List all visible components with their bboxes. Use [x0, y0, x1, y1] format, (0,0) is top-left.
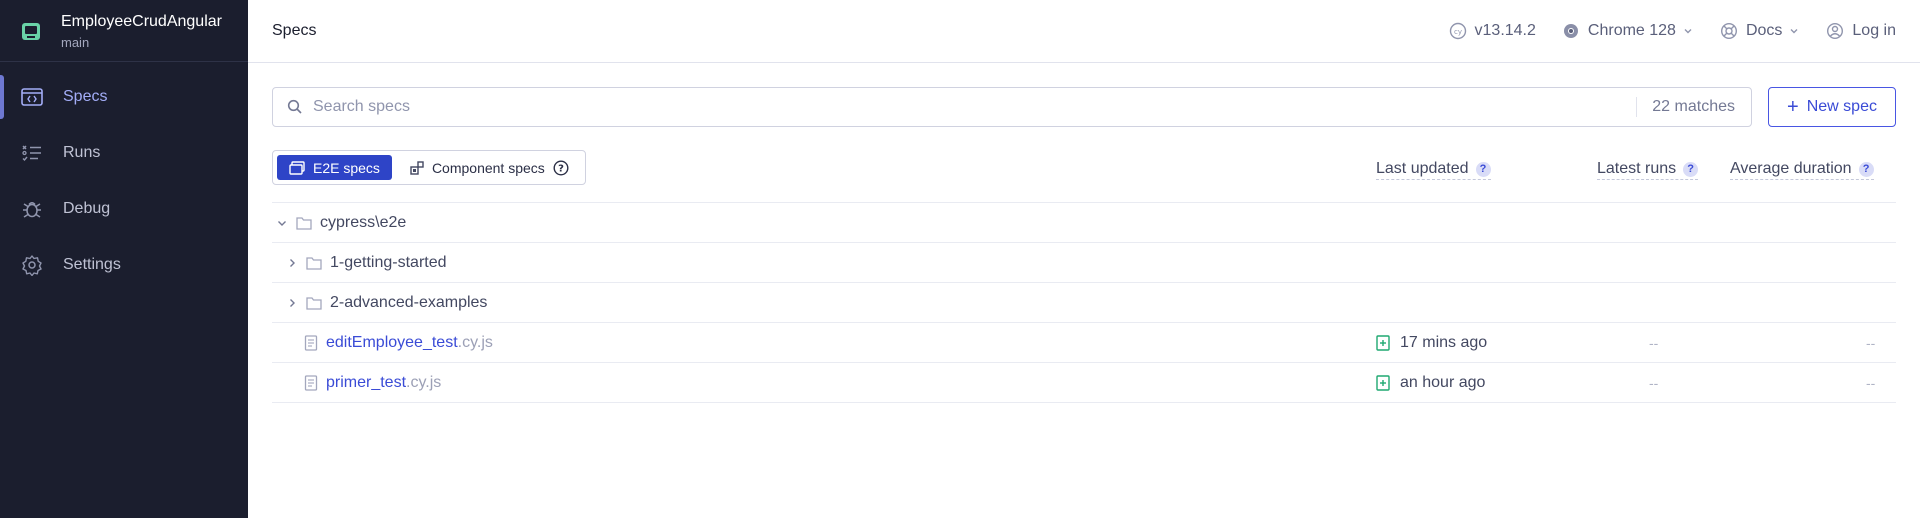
help-icon[interactable]: ? [1475, 161, 1491, 177]
svg-text:cy: cy [1454, 28, 1462, 36]
runs-icon [20, 141, 44, 165]
testing-type-toggle: E2E specs Component specs ? [272, 150, 586, 185]
folder-label: 2-advanced-examples [330, 293, 488, 311]
browser-label: Chrome 128 [1587, 22, 1676, 39]
new-spec-button[interactable]: + New spec [1768, 87, 1896, 127]
spec-file-link[interactable]: editEmployee_test.cy.js [326, 334, 493, 352]
last-updated-text: 17 mins ago [1400, 333, 1488, 351]
folder-icon [306, 296, 322, 310]
sidebar-item-specs[interactable]: Specs [0, 69, 248, 125]
svg-text:?: ? [558, 163, 564, 174]
folder-icon [296, 216, 312, 230]
tab-label: Component specs [431, 159, 545, 176]
document-icon [304, 374, 318, 391]
chrome-icon [1563, 24, 1578, 38]
spec-name: editEmployee_test [326, 333, 458, 351]
chevron-down-icon [1790, 29, 1798, 34]
help-icon[interactable]: ? [1683, 161, 1699, 177]
docs-menu[interactable]: Docs [1720, 22, 1800, 40]
column-average-duration[interactable]: Average duration ? [1730, 160, 1874, 180]
tree-folder[interactable]: 2-advanced-examples [272, 283, 1896, 323]
new-spec-label: New spec [1806, 98, 1877, 115]
search-input[interactable] [313, 98, 1637, 116]
specs-icon [20, 85, 44, 109]
sidebar-item-label: Specs [63, 88, 108, 105]
version-link[interactable]: cy v13.14.2 [1449, 22, 1536, 40]
latest-runs-value: -- [1649, 374, 1659, 391]
tab-component-specs[interactable]: Component specs ? [392, 155, 581, 180]
sidebar-item-label: Debug [63, 200, 111, 217]
document-icon [304, 334, 318, 351]
last-updated-cell: an hour ago [1376, 374, 1485, 392]
match-count: 22 matches [1636, 97, 1751, 117]
login-label: Log in [1852, 22, 1896, 39]
main-panel: Specs cy v13.14.2 Chrome 128 Docs Log in… [248, 0, 1920, 518]
help-circle-icon[interactable]: ? [553, 159, 569, 176]
last-updated-text: an hour ago [1400, 373, 1486, 391]
column-label: Latest runs [1597, 160, 1677, 177]
docs-lifebuoy-icon [1720, 22, 1737, 40]
chevron-down-icon [1684, 29, 1692, 34]
column-label: Last updated [1376, 160, 1469, 177]
folder-label: cypress\e2e [320, 213, 407, 231]
folder-icon [306, 256, 322, 270]
average-duration-value: -- [1866, 334, 1876, 351]
file-added-icon [1376, 374, 1390, 391]
spec-extension: .cy.js [457, 333, 493, 351]
sidebar: EmployeeCrudAngular main Specs Runs Debu… [0, 0, 248, 518]
sidebar-item-label: Settings [63, 256, 121, 273]
login-button[interactable]: Log in [1826, 22, 1896, 40]
project-logo-icon [20, 20, 42, 42]
spec-name: primer_test [326, 373, 407, 391]
specs-content: 22 matches + New spec E2E specs Componen… [248, 63, 1920, 403]
project-branch: main [61, 35, 90, 50]
tab-label: E2E specs [313, 159, 380, 176]
chevron-right-icon [284, 257, 300, 269]
column-latest-runs[interactable]: Latest runs ? [1597, 160, 1699, 180]
spec-row[interactable]: editEmployee_test.cy.js 17 mins ago -- -… [272, 323, 1896, 363]
debug-icon [20, 197, 44, 221]
sidebar-nav: Specs Runs Debug Settings [0, 62, 248, 293]
search-box: 22 matches [272, 87, 1752, 127]
file-added-icon [1376, 334, 1390, 351]
sidebar-item-settings[interactable]: Settings [0, 237, 248, 293]
project-name: EmployeeCrudAngular [61, 13, 222, 30]
sidebar-item-debug[interactable]: Debug [0, 181, 248, 237]
help-icon[interactable]: ? [1858, 161, 1874, 177]
spec-file-link[interactable]: primer_test.cy.js [326, 374, 441, 392]
gear-icon [20, 253, 44, 277]
page-title: Specs [272, 22, 317, 39]
chevron-down-icon [274, 217, 290, 229]
spec-row[interactable]: primer_test.cy.js an hour ago -- -- [272, 363, 1896, 403]
top-bar: Specs cy v13.14.2 Chrome 128 Docs Log in [248, 0, 1920, 63]
folder-label: 1-getting-started [330, 253, 447, 271]
component-icon [410, 160, 424, 175]
tree-folder-root[interactable]: cypress\e2e [272, 203, 1896, 243]
sidebar-item-runs[interactable]: Runs [0, 125, 248, 181]
browser-selector[interactable]: Chrome 128 [1562, 22, 1694, 40]
tree-folder[interactable]: 1-getting-started [272, 243, 1896, 283]
user-icon [1827, 22, 1844, 40]
column-label: Average duration [1730, 160, 1852, 177]
spec-extension: .cy.js [406, 373, 442, 391]
tab-e2e-specs[interactable]: E2E specs [277, 155, 392, 180]
version-label: v13.14.2 [1474, 22, 1536, 39]
column-last-updated[interactable]: Last updated ? [1376, 160, 1491, 180]
spec-tree: cypress\e2e 1-getting-started 2-advanced… [272, 203, 1896, 403]
sidebar-item-label: Runs [63, 144, 101, 161]
average-duration-value: -- [1866, 374, 1876, 391]
chevron-right-icon [284, 297, 300, 309]
plus-icon: + [1787, 96, 1799, 118]
e2e-window-icon [289, 160, 305, 175]
spec-list-header: E2E specs Component specs ? Last updated… [272, 150, 1896, 203]
docs-label: Docs [1745, 22, 1783, 39]
project-header[interactable]: EmployeeCrudAngular main [0, 0, 248, 62]
latest-runs-value: -- [1649, 334, 1659, 351]
last-updated-cell: 17 mins ago [1376, 334, 1487, 352]
search-icon [287, 99, 302, 114]
cypress-version-icon: cy [1449, 22, 1466, 40]
